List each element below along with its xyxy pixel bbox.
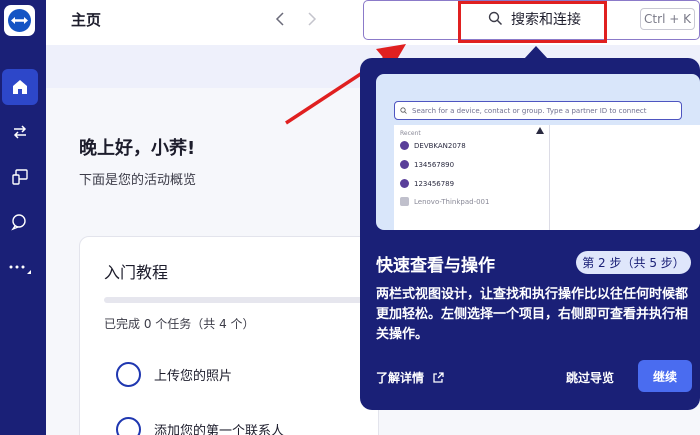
- forward-button[interactable]: [303, 9, 321, 29]
- page-title: 主页: [71, 11, 102, 29]
- annotation-highlight-box: [458, 1, 607, 43]
- greeting-heading: 晚上好，小荞!: [79, 138, 196, 159]
- back-button[interactable]: [271, 9, 289, 29]
- devices-icon: [12, 169, 28, 185]
- tutorial-progress-text: 已完成 0 个任务（共 4 个）: [104, 317, 255, 331]
- sidebar-item-connect[interactable]: [2, 114, 38, 150]
- popover-title: 快速查看与操作: [376, 256, 495, 276]
- preview-device-item: 123456789: [400, 179, 454, 188]
- chevron-left-icon: [275, 12, 284, 26]
- tutorial-title: 入门教程: [104, 263, 169, 282]
- sidebar-item-more[interactable]: [2, 249, 38, 285]
- device-name: 123456789: [414, 179, 455, 188]
- more-icon: [9, 265, 31, 274]
- tour-popover: Search for a device, contact or group. T…: [360, 58, 700, 410]
- learn-more-link[interactable]: 了解详情: [376, 369, 444, 386]
- device-icon: [400, 160, 409, 169]
- learn-more-label: 了解详情: [376, 371, 425, 385]
- chat-icon: [11, 214, 26, 231]
- preview-panel: Recent DEVBKAN2078 134567890 123456789 L…: [394, 125, 700, 230]
- task-checkbox[interactable]: [116, 417, 141, 435]
- popover-description: 两栏式视图设计，让查找和执行操作比以往任何时候都更加轻松。左侧选择一个项目，右侧…: [376, 287, 689, 342]
- feature-preview-image: Search for a device, contact or group. T…: [376, 74, 700, 230]
- preview-recent-label: Recent: [400, 130, 421, 137]
- external-link-icon: [433, 371, 444, 383]
- sidebar: [0, 0, 46, 435]
- tutorial-card: 入门教程 已完成 0 个任务（共 4 个） 上传您的照片 添加您的第一个联系人: [79, 236, 380, 435]
- cursor-icon: [536, 127, 544, 134]
- preview-search-placeholder: Search for a device, contact or group. T…: [412, 106, 647, 115]
- preview-device-item: DEVBKAN2078: [400, 141, 466, 150]
- teamviewer-logo[interactable]: [4, 5, 35, 36]
- swap-arrows-icon: [13, 125, 27, 139]
- device-icon: [400, 179, 409, 188]
- skip-tour-button[interactable]: 跳过导览: [566, 369, 614, 386]
- task-item[interactable]: 添加您的第一个联系人: [116, 417, 284, 435]
- device-icon: [400, 141, 409, 150]
- step-badge: 第 2 步（共 5 步）: [576, 251, 691, 274]
- shortcut-hint: Ctrl + K: [640, 8, 695, 30]
- preview-device-item: Lenovo-Thinkpad-001: [400, 197, 489, 206]
- continue-button[interactable]: 继续: [638, 360, 692, 392]
- sidebar-item-home[interactable]: [2, 69, 38, 105]
- preview-device-item: 134567890: [400, 160, 454, 169]
- device-name: 134567890: [414, 160, 455, 169]
- activity-subtitle: 下面是您的活动概览: [79, 173, 197, 188]
- task-label: 添加您的第一个联系人: [154, 424, 285, 435]
- sidebar-item-devices[interactable]: [2, 159, 38, 195]
- home-icon: [13, 80, 27, 94]
- device-name: Lenovo-Thinkpad-001: [414, 197, 490, 206]
- logo-icon: [8, 9, 31, 32]
- sidebar-item-chat[interactable]: [2, 204, 38, 240]
- search-icon: [400, 107, 407, 114]
- task-checkbox[interactable]: [116, 362, 141, 387]
- task-label: 上传您的照片: [154, 369, 233, 384]
- tutorial-progress-bar: [104, 297, 380, 303]
- laptop-icon: [400, 197, 409, 206]
- task-item[interactable]: 上传您的照片: [116, 362, 232, 387]
- preview-search-field: Search for a device, contact or group. T…: [394, 101, 682, 120]
- device-name: DEVBKAN2078: [414, 141, 466, 150]
- preview-divider: [549, 125, 550, 230]
- chevron-right-icon: [308, 12, 317, 26]
